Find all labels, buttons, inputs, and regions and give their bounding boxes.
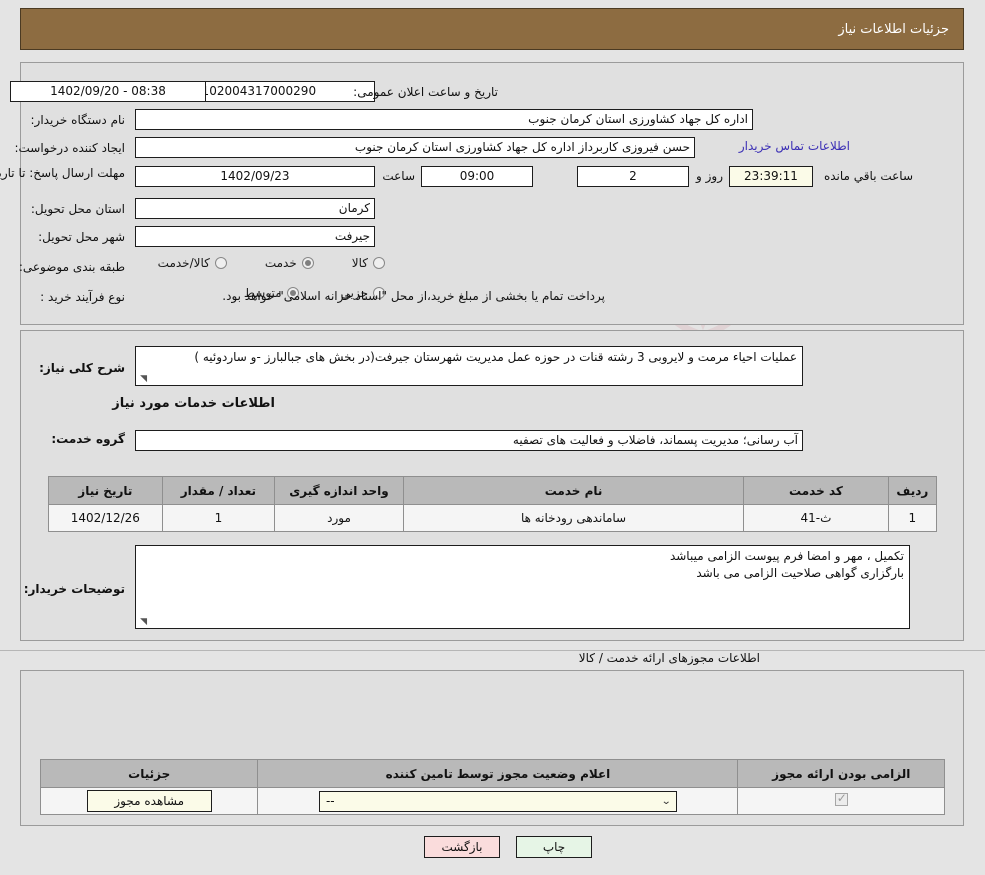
- chevron-down-icon: ⌄: [660, 795, 672, 807]
- process-note: پرداخت تمام یا بخشی از مبلغ خرید،از محل …: [222, 289, 605, 303]
- city-label: شهر محل تحویل:: [38, 230, 125, 244]
- buyer-notes-line-2: بارگزاری گواهی صلاحیت الزامی می باشد: [696, 566, 904, 580]
- col-permit-details: جزئیات: [39, 759, 259, 788]
- page-title: جزئیات اطلاعات نیاز: [838, 21, 949, 37]
- buyer-org-row: نام دستگاه خریدار:: [31, 109, 126, 131]
- province-value: کرمان: [135, 198, 375, 219]
- permits-table-header-row: الزامی بودن ارائه مجوز اعلام وضعیت مجوز …: [39, 759, 945, 788]
- permit-status-value: --: [325, 793, 335, 808]
- col-date: تاریخ نیاز: [48, 476, 163, 505]
- cell-quantity: 1: [161, 504, 276, 532]
- services-table: ردیف کد خدمت نام خدمت واحد اندازه گیری ت…: [48, 476, 938, 532]
- cell-permit-status: ⌄ --: [257, 787, 739, 815]
- permits-table: الزامی بودن ارائه مجوز اعلام وضعیت مجوز …: [39, 759, 945, 815]
- resize-grip-icon[interactable]: ◥: [138, 618, 147, 627]
- col-permit-status: اعلام وضعیت مجوز توسط تامین کننده: [257, 759, 739, 788]
- cell-permit-details: مشاهده مجوز: [39, 787, 259, 815]
- col-radif: ردیف: [887, 476, 938, 505]
- permits-section-label: اطلاعات مجوزهای ارائه خدمت / کالا: [578, 651, 760, 665]
- table-row: ⌄ -- مشاهده مجوز: [39, 787, 945, 815]
- col-name: نام خدمت: [402, 476, 745, 505]
- deadline-date-value: 1402/09/23: [135, 166, 375, 187]
- cell-permit-required: [737, 787, 945, 815]
- radio-icon[interactable]: [373, 257, 385, 269]
- cell-name: ساماندهی رودخانه ها: [402, 504, 745, 532]
- deadline-row: مهلت ارسال پاسخ: تا تاریخ:: [0, 166, 125, 188]
- col-quantity: تعداد / مقدار: [161, 476, 276, 505]
- service-group-value: آب رسانی؛ مدیریت پسماند، فاضلاب و فعالیت…: [135, 430, 803, 451]
- general-description-textarea[interactable]: عملیات احیاء مرمت و لایروبی 3 رشته قنات …: [135, 346, 803, 386]
- page-header: جزئیات اطلاعات نیاز: [20, 8, 964, 50]
- days-label: روز و: [696, 169, 723, 183]
- province-row: استان محل تحویل:: [31, 198, 125, 220]
- col-permit-required: الزامی بودن ارائه مجوز: [737, 759, 945, 788]
- general-description-label: شرح کلی نیاز:: [39, 361, 125, 375]
- remaining-days-value: 2: [577, 166, 689, 187]
- buyer-notes-label: توضیحات خریدار:: [23, 582, 125, 596]
- col-code: کد خدمت: [743, 476, 889, 505]
- category-label: طبقه بندی موضوعی:: [18, 260, 125, 274]
- announce-label: تاریخ و ساعت اعلان عمومی:: [353, 85, 498, 99]
- category-radio-group: کالا خدمت کالا/خدمت: [158, 256, 385, 270]
- buyer-notes-textarea[interactable]: تکمیل ، مهر و امضا فرم پیوست الزامی میبا…: [135, 545, 910, 629]
- category-option-label: کالا: [351, 256, 368, 270]
- cell-code: ث-41: [743, 504, 889, 532]
- city-value: جیرفت: [135, 226, 375, 247]
- creator-value: حسن فیروزی کاربرداز اداره کل جهاد کشاورز…: [135, 137, 695, 158]
- process-row: نوع فرآیند خرید :: [40, 286, 125, 308]
- cell-unit: مورد: [274, 504, 404, 532]
- creator-label: ایجاد کننده درخواست:: [14, 141, 125, 155]
- buyer-notes-line-1: تکمیل ، مهر و امضا فرم پیوست الزامی میبا…: [669, 549, 904, 563]
- announce-value: 08:38 - 1402/09/20: [10, 81, 206, 102]
- divider: [0, 650, 985, 651]
- category-option-kala-khedmat[interactable]: کالا/خدمت: [158, 256, 227, 270]
- cell-radif: 1: [887, 504, 938, 532]
- print-button[interactable]: چاپ: [516, 836, 592, 858]
- view-permit-button[interactable]: مشاهده مجوز: [86, 790, 212, 812]
- services-heading: اطلاعات خدمات مورد نیاز: [112, 396, 275, 411]
- buyer-org-value: اداره کل جهاد کشاورزی استان کرمان جنوب: [135, 109, 753, 130]
- radio-icon[interactable]: [214, 257, 227, 269]
- buyer-org-label: نام دستگاه خریدار:: [30, 113, 126, 127]
- creator-row: ایجاد کننده درخواست:: [14, 137, 125, 159]
- general-description-value: عملیات احیاء مرمت و لایروبی 3 رشته قنات …: [194, 350, 797, 364]
- city-row: شهر محل تحویل:: [38, 226, 125, 248]
- category-option-label: کالا/خدمت: [157, 256, 210, 270]
- deadline-label: مهلت ارسال پاسخ: تا تاریخ:: [0, 166, 125, 180]
- col-unit: واحد اندازه گیری: [274, 476, 404, 505]
- cell-date: 1402/12/26: [48, 504, 163, 532]
- services-table-header-row: ردیف کد خدمت نام خدمت واحد اندازه گیری ت…: [48, 476, 938, 505]
- process-label: نوع فرآیند خرید :: [40, 290, 125, 304]
- countdown-timer-value: 23:39:11: [729, 166, 813, 187]
- permit-required-checkbox: [834, 791, 848, 806]
- deadline-time-value: 09:00: [421, 166, 533, 187]
- resize-grip-icon[interactable]: ◥: [138, 375, 147, 384]
- table-row: 1 ث-41 ساماندهی رودخانه ها مورد 1 1402/1…: [48, 504, 938, 532]
- announce-row: تاریخ و ساعت اعلان عمومی:: [353, 81, 498, 103]
- hour-label: ساعت: [382, 169, 415, 183]
- category-row: طبقه بندی موضوعی:: [19, 256, 125, 278]
- category-option-kala[interactable]: کالا: [352, 256, 385, 270]
- service-group-label: گروه خدمت:: [51, 432, 125, 446]
- category-option-khedmat[interactable]: خدمت: [265, 256, 314, 270]
- radio-icon[interactable]: [301, 257, 314, 269]
- category-option-label: خدمت: [264, 256, 297, 270]
- buyer-contact-link[interactable]: اطلاعات تماس خریدار: [739, 139, 850, 153]
- permit-status-select[interactable]: ⌄ --: [318, 790, 677, 812]
- back-button[interactable]: بازگشت: [424, 836, 500, 858]
- province-label: استان محل تحویل:: [30, 202, 125, 216]
- remaining-hours-label: ساعت باقي مانده: [823, 169, 913, 183]
